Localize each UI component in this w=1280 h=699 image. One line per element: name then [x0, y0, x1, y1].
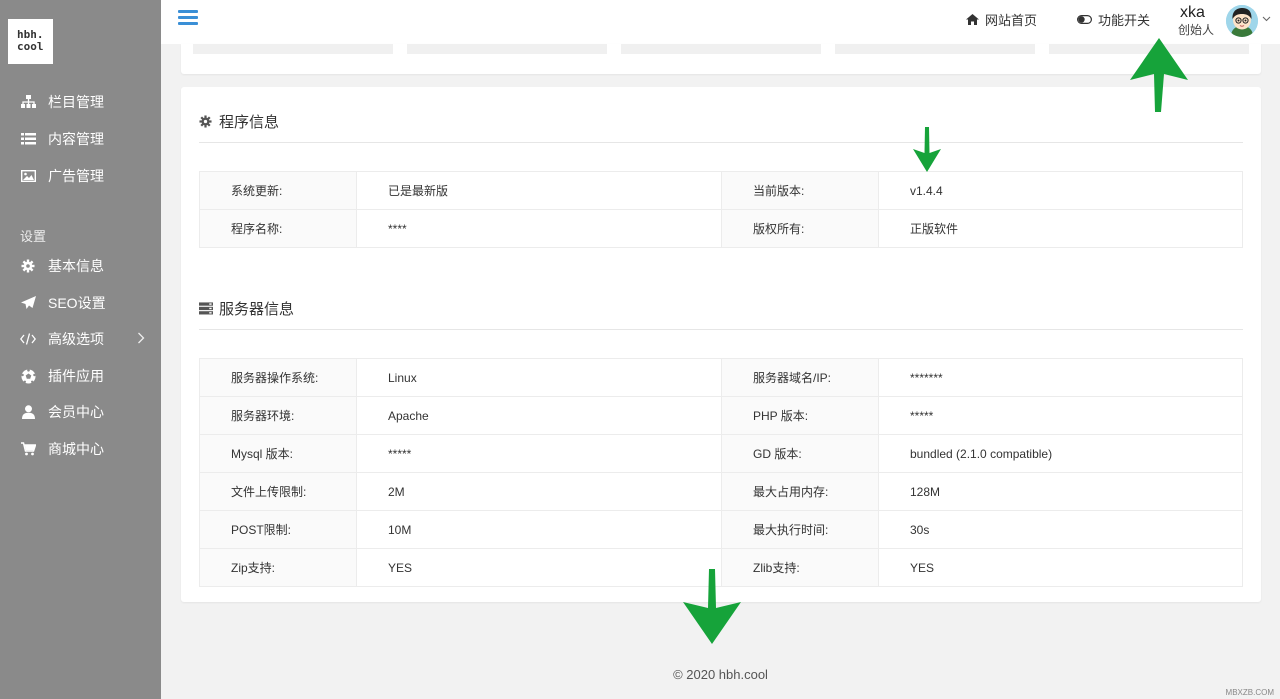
toggle-icon — [1077, 15, 1092, 24]
table-row: 系统更新: 已是最新版 当前版本: v1.4.4 — [199, 171, 1243, 210]
table-cell-key: 服务器环境: — [199, 396, 357, 435]
table-cell-key: POST限制: — [199, 510, 357, 549]
sidebar-item-columns[interactable]: 栏目管理 — [0, 87, 161, 117]
sidebar-item-basic-info[interactable]: 基本信息 — [0, 251, 161, 281]
program-info-header: 程序信息 — [199, 111, 279, 132]
menu-toggle-icon[interactable] — [178, 10, 198, 26]
image-icon — [20, 168, 36, 184]
table-row: 文件上传限制: 2M 最大占用内存: 128M — [199, 472, 1243, 511]
server-info-table: 服务器操作系统: Linux 服务器域名/IP: ******* 服务器环境: … — [199, 358, 1243, 587]
stats-card — [181, 44, 1261, 74]
paper-plane-icon — [20, 295, 36, 311]
soccer-ball-icon — [20, 368, 36, 384]
sidebar-item-label: 栏目管理 — [48, 94, 104, 110]
table-cell-value: YES — [356, 548, 722, 587]
chevron-right-icon — [137, 331, 145, 347]
sidebar-item-label: SEO设置 — [48, 295, 106, 311]
table-cell-value: Linux — [356, 358, 722, 397]
server-icon — [199, 302, 213, 316]
home-icon — [966, 14, 979, 25]
table-cell-key: PHP 版本: — [721, 396, 879, 435]
table-row: 服务器操作系统: Linux 服务器域名/IP: ******* — [199, 358, 1243, 397]
avatar[interactable] — [1226, 5, 1258, 37]
table-cell-value: Apache — [356, 396, 722, 435]
table-cell-key: 系统更新: — [199, 171, 357, 210]
feature-toggle-link[interactable]: 功能开关 — [1077, 10, 1150, 29]
sidebar-item-members[interactable]: 会员中心 — [0, 397, 161, 427]
table-cell-key: Zip支持: — [199, 548, 357, 587]
list-icon — [20, 131, 36, 147]
table-cell-key: 程序名称: — [199, 209, 357, 248]
table-cell-value: 30s — [878, 510, 1243, 549]
table-cell-value: 2M — [356, 472, 722, 511]
table-cell-value: bundled (2.1.0 compatible) — [878, 434, 1243, 473]
top-header: 网站首页 功能开关 xka 创始人 — [161, 0, 1280, 44]
table-cell-key: 最大执行时间: — [721, 510, 879, 549]
table-cell-key: 服务器操作系统: — [199, 358, 357, 397]
gear-icon — [199, 115, 213, 129]
down-arrow-annotation — [683, 569, 741, 644]
table-cell-key: 当前版本: — [721, 171, 879, 210]
sidebar: hbh. cool 栏目管理 内容管理 广告管理 设置 基本信息 SEO设置 高… — [0, 0, 161, 699]
user-name[interactable]: xka — [1180, 4, 1205, 22]
watermark: MBXZB.COM — [1225, 688, 1274, 697]
table-cell-value: **** — [356, 209, 722, 248]
up-arrow-annotation — [1130, 38, 1188, 112]
sidebar-item-label: 插件应用 — [48, 368, 104, 384]
logo[interactable]: hbh. cool — [8, 19, 53, 64]
table-cell-value: 128M — [878, 472, 1243, 511]
sidebar-item-label: 基本信息 — [48, 258, 104, 274]
table-cell-value: ***** — [356, 434, 722, 473]
cart-icon — [20, 441, 36, 457]
table-cell-value: YES — [878, 548, 1243, 587]
table-cell-value: ******* — [878, 358, 1243, 397]
server-info-title: 服务器信息 — [219, 301, 295, 318]
table-cell-value: 已是最新版 — [356, 171, 722, 210]
table-cell-key: Zlib支持: — [721, 548, 879, 587]
table-cell-key: 文件上传限制: — [199, 472, 357, 511]
gear-icon — [20, 258, 36, 274]
sidebar-item-ads[interactable]: 广告管理 — [0, 161, 161, 191]
home-link[interactable]: 网站首页 — [966, 10, 1037, 29]
user-icon — [20, 404, 36, 420]
table-cell-key: Mysql 版本: — [199, 434, 357, 473]
info-card: 程序信息 系统更新: 已是最新版 当前版本: v1.4.4 程序名称: ****… — [181, 87, 1261, 602]
sidebar-item-advanced[interactable]: 高级选项 — [0, 324, 161, 354]
sidebar-item-shop[interactable]: 商城中心 — [0, 434, 161, 464]
sidebar-item-label: 广告管理 — [48, 168, 104, 184]
home-link-label: 网站首页 — [985, 13, 1038, 28]
table-cell-value: ***** — [878, 396, 1243, 435]
code-icon — [20, 331, 36, 347]
table-row: POST限制: 10M 最大执行时间: 30s — [199, 510, 1243, 549]
table-cell-value: 10M — [356, 510, 722, 549]
table-row: Mysql 版本: ***** GD 版本: bundled (2.1.0 co… — [199, 434, 1243, 473]
down-arrow-annotation — [913, 127, 941, 172]
table-cell-value: v1.4.4 — [878, 171, 1243, 210]
chevron-down-icon[interactable] — [1262, 13, 1271, 25]
program-info-title: 程序信息 — [219, 114, 280, 131]
table-cell-key: 服务器域名/IP: — [721, 358, 879, 397]
footer-copyright: © 2020 hbh.cool — [673, 667, 768, 682]
settings-section-label: 设置 — [20, 229, 47, 244]
table-row: 程序名称: **** 版权所有: 正版软件 — [199, 209, 1243, 248]
table-row: 服务器环境: Apache PHP 版本: ***** — [199, 396, 1243, 435]
table-cell-value: 正版软件 — [878, 209, 1243, 248]
table-cell-key: 版权所有: — [721, 209, 879, 248]
server-info-header: 服务器信息 — [199, 298, 294, 319]
sidebar-item-label: 高级选项 — [48, 331, 104, 347]
table-cell-key: GD 版本: — [721, 434, 879, 473]
sidebar-item-label: 内容管理 — [48, 131, 104, 147]
sidebar-item-label: 商城中心 — [48, 441, 104, 457]
sidebar-item-content[interactable]: 内容管理 — [0, 124, 161, 154]
program-info-table: 系统更新: 已是最新版 当前版本: v1.4.4 程序名称: **** 版权所有… — [199, 171, 1243, 248]
feature-toggle-label: 功能开关 — [1098, 13, 1151, 28]
sidebar-item-label: 会员中心 — [48, 404, 104, 420]
table-cell-key: 最大占用内存: — [721, 472, 879, 511]
sitemap-icon — [20, 94, 36, 110]
sidebar-item-seo[interactable]: SEO设置 — [0, 288, 161, 318]
logo-line2: cool — [17, 40, 44, 53]
sidebar-item-plugins[interactable]: 插件应用 — [0, 361, 161, 391]
